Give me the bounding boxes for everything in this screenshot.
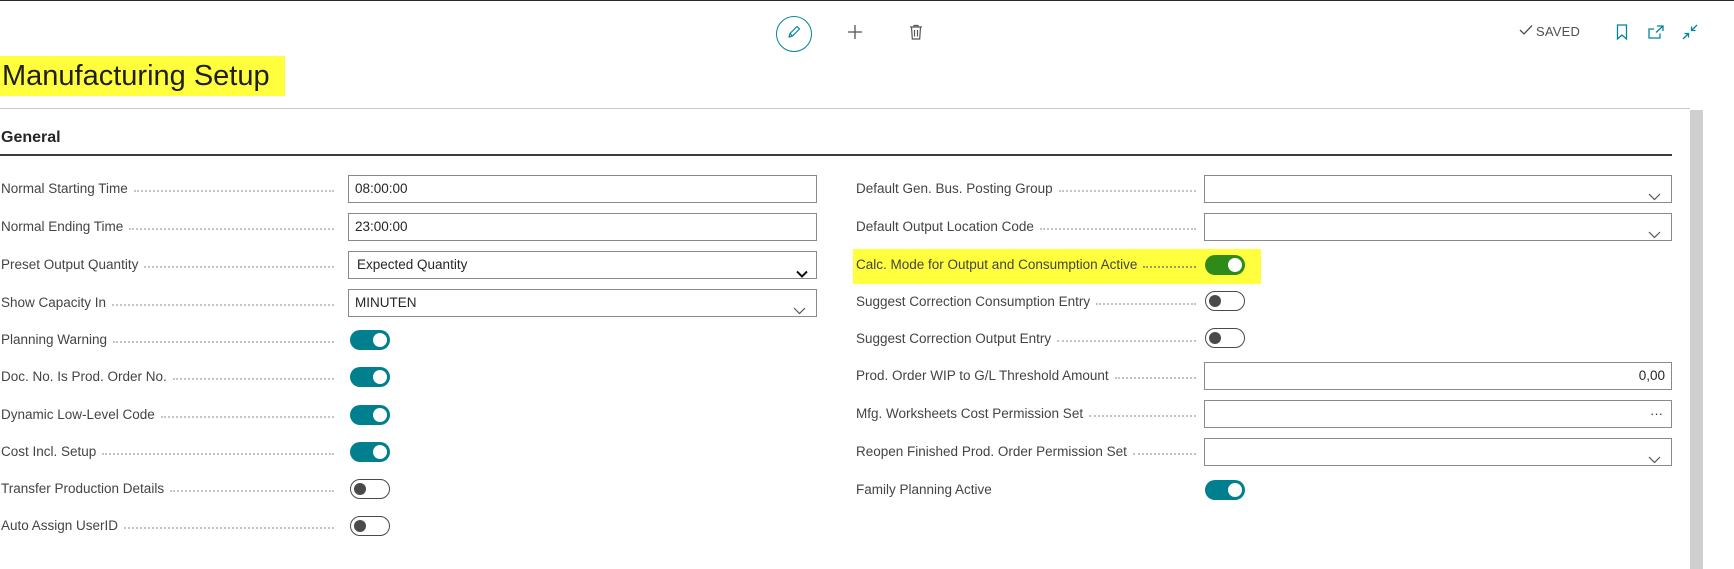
mfg-worksheets-cost-permission-set-input[interactable]: ··· [1204, 400, 1672, 428]
chevron-down-icon [1648, 184, 1661, 210]
calc-mode-output-consumption-toggle[interactable] [1205, 255, 1245, 275]
field-label: Normal Starting Time [1, 181, 128, 196]
auto-assign-userid-toggle[interactable] [350, 516, 390, 536]
new-button[interactable] [837, 16, 873, 52]
dynamic-low-level-code-toggle[interactable] [350, 405, 390, 425]
field-label: Doc. No. Is Prod. Order No. [1, 369, 167, 384]
field-label: Cost Incl. Setup [1, 444, 97, 459]
field-row-transfer-production-details: Transfer Production Details [1, 475, 342, 503]
field-row-suggest-correction-consumption-entry: Suggest Correction Consumption Entry [856, 288, 1204, 316]
saved-status: SAVED [1519, 24, 1580, 39]
window-top-border [0, 0, 1734, 1]
collapse-icon[interactable] [1680, 22, 1700, 42]
field-label: Show Capacity In [1, 295, 107, 310]
page-title: Manufacturing Setup [0, 56, 285, 96]
suggest-correction-output-entry-toggle[interactable] [1205, 328, 1245, 348]
select-value: Expected Quantity [357, 257, 468, 272]
field-label: Default Gen. Bus. Posting Group [856, 181, 1053, 196]
field-label: Normal Ending Time [1, 219, 124, 234]
reopen-finished-prod-order-permission-set-lookup[interactable] [1204, 438, 1672, 466]
bookmark-icon[interactable] [1612, 22, 1632, 42]
field-row-suggest-correction-output-entry: Suggest Correction Output Entry [856, 325, 1204, 353]
field-label: Prod. Order WIP to G/L Threshold Amount [856, 368, 1109, 383]
edit-button[interactable] [776, 16, 812, 52]
field-label: Mfg. Worksheets Cost Permission Set [856, 406, 1084, 421]
chevron-down-icon [1648, 447, 1661, 473]
field-row-calc-mode-output-consumption: Calc. Mode for Output and Consumption Ac… [856, 251, 1204, 279]
preset-output-quantity-select[interactable]: Expected Quantity [348, 251, 817, 279]
show-capacity-in-lookup[interactable]: MINUTEN [348, 289, 817, 317]
suggest-correction-consumption-entry-toggle[interactable] [1205, 291, 1245, 311]
field-row-mfg-worksheets-cost-permission-set: Mfg. Worksheets Cost Permission Set [856, 400, 1204, 428]
field-label: Preset Output Quantity [1, 257, 139, 272]
field-label: Suggest Correction Consumption Entry [856, 294, 1091, 309]
field-row-default-output-location-code: Default Output Location Code [856, 213, 1204, 241]
field-label: Suggest Correction Output Entry [856, 331, 1052, 346]
field-row-show-capacity-in: Show Capacity In [1, 289, 342, 317]
lookup-value: MINUTEN [355, 295, 417, 310]
field-label: Transfer Production Details [1, 481, 165, 496]
saved-label: SAVED [1536, 24, 1581, 39]
family-planning-active-toggle[interactable] [1205, 480, 1245, 500]
pencil-icon [786, 24, 802, 45]
cost-incl-setup-toggle[interactable] [350, 442, 390, 462]
assist-edit-button[interactable]: ··· [1650, 401, 1663, 427]
field-row-auto-assign-userid: Auto Assign UserID [1, 512, 342, 540]
trash-icon [909, 24, 923, 45]
delete-button[interactable] [898, 16, 934, 52]
dropdown-arrow-icon [796, 261, 808, 287]
field-row-default-gen-bus-posting-group: Default Gen. Bus. Posting Group [856, 175, 1204, 203]
field-row-dynamic-low-level-code: Dynamic Low-Level Code [1, 401, 342, 429]
field-row-family-planning-active: Family Planning Active [856, 476, 1204, 504]
field-row-normal-starting-time: Normal Starting Time [1, 175, 342, 203]
default-output-location-code-lookup[interactable] [1204, 213, 1672, 241]
field-row-reopen-finished-prod-order-permission-set: Reopen Finished Prod. Order Permission S… [856, 438, 1204, 466]
field-row-normal-ending-time: Normal Ending Time [1, 213, 342, 241]
field-row-planning-warning: Planning Warning [1, 326, 342, 354]
default-gen-bus-posting-group-lookup[interactable] [1204, 175, 1672, 203]
field-row-cost-incl-setup: Cost Incl. Setup [1, 438, 342, 466]
page-actions [1612, 22, 1700, 42]
field-label: Reopen Finished Prod. Order Permission S… [856, 444, 1127, 459]
field-label: Auto Assign UserID [1, 518, 119, 533]
planning-warning-toggle[interactable] [350, 330, 390, 350]
chevron-down-icon [1648, 222, 1661, 248]
field-row-doc-no-is-prod-order-no: Doc. No. Is Prod. Order No. [1, 363, 342, 391]
chevron-down-icon [793, 298, 806, 324]
prod-order-wip-threshold-input[interactable]: 0,00 [1204, 362, 1672, 390]
vertical-scrollbar[interactable] [1690, 110, 1703, 569]
transfer-production-details-toggle[interactable] [350, 479, 390, 499]
page-toolbar [776, 14, 934, 54]
open-in-new-icon[interactable] [1646, 22, 1666, 42]
title-divider [0, 108, 1690, 109]
field-label: Dynamic Low-Level Code [1, 407, 155, 422]
field-label: Calc. Mode for Output and Consumption Ac… [856, 257, 1138, 272]
section-divider [0, 154, 1672, 156]
checkmark-icon [1519, 24, 1533, 39]
field-label: Planning Warning [1, 332, 108, 347]
field-label: Family Planning Active [856, 482, 992, 497]
normal-starting-time-input[interactable]: 08:00:00 [348, 175, 817, 203]
doc-no-is-prod-order-no-toggle[interactable] [350, 367, 390, 387]
field-row-preset-output-quantity: Preset Output Quantity [1, 251, 342, 279]
field-label: Default Output Location Code [856, 219, 1034, 234]
plus-icon [847, 24, 863, 45]
field-row-prod-order-wip-threshold: Prod. Order WIP to G/L Threshold Amount [856, 362, 1204, 390]
section-title-general[interactable]: General [1, 129, 61, 147]
normal-ending-time-input[interactable]: 23:00:00 [348, 213, 817, 241]
